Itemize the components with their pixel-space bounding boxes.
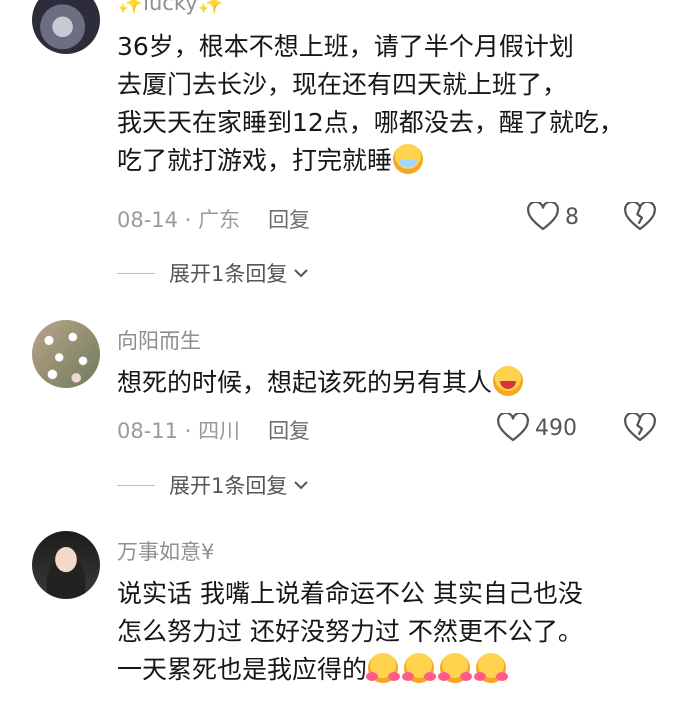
expand-replies-label: 展开1条回复 [169, 474, 288, 498]
divider [117, 484, 155, 486]
like-button[interactable]: 8 [527, 202, 579, 232]
heart-outline-icon [527, 202, 559, 231]
comment-location: 广东 [198, 208, 241, 232]
dislike-button[interactable] [624, 200, 656, 236]
comment-date: 08-14 [117, 208, 179, 232]
broken-heart-icon [624, 200, 656, 231]
meta-separator: · [178, 419, 199, 443]
expand-replies-button[interactable]: 展开1条回复 [117, 258, 309, 288]
comment-text-body: 想死的时候，想起该死的另有其人 [117, 368, 493, 397]
like-button[interactable]: 490 [497, 413, 577, 443]
hugging-face-emoji [366, 653, 401, 683]
expand-replies-button[interactable]: 展开1条回复 [117, 470, 309, 500]
comment-text: 想死的时候，想起该死的另有其人 [117, 364, 677, 402]
avatar[interactable] [32, 0, 100, 54]
like-count: 490 [535, 415, 577, 441]
expand-replies-label: 展开1条回复 [169, 262, 288, 286]
meta-separator: · [178, 208, 199, 232]
reply-button[interactable]: 回复 [268, 208, 310, 232]
comment-text: 36岁，根本不想上班，请了半个月假计划 去厦门去长沙，现在还有四天就上班了， 我… [117, 28, 677, 180]
comment-text-body: 36岁，根本不想上班，请了半个月假计划 去厦门去长沙，现在还有四天就上班了， 我… [117, 32, 624, 175]
comment-text: 说实话 我嘴上说着命运不公 其实自己也没 怎么努力过 还好没努力过 不然更不公了… [117, 575, 677, 689]
chevron-down-icon [294, 269, 309, 278]
avatar[interactable] [32, 320, 100, 388]
chevron-down-icon [294, 481, 309, 490]
comment-username[interactable]: 向阳而生 [117, 325, 201, 355]
divider [117, 272, 155, 274]
comment-username[interactable]: ✨lucky✨ [117, 0, 224, 16]
like-count: 8 [565, 204, 579, 230]
comment-username[interactable]: 万事如意¥ [117, 536, 214, 566]
laughing-face-emoji [493, 366, 524, 396]
avatar[interactable] [32, 531, 100, 599]
crying-face-emoji [393, 144, 424, 174]
broken-heart-icon [624, 411, 656, 442]
comment-date: 08-11 [117, 419, 179, 443]
comment-meta: 08-11 · 四川 回复 [117, 415, 310, 445]
comment-location: 四川 [198, 419, 241, 443]
hugging-face-emoji [438, 653, 473, 683]
comment-meta: 08-14 · 广东 回复 [117, 204, 310, 234]
hugging-face-emoji [474, 653, 509, 683]
comment-text-body: 说实话 我嘴上说着命运不公 其实自己也没 怎么努力过 还好没努力过 不然更不公了… [117, 579, 583, 684]
reply-button[interactable]: 回复 [268, 419, 310, 443]
hugging-face-emoji [402, 653, 437, 683]
heart-outline-icon [497, 413, 529, 442]
dislike-button[interactable] [624, 411, 656, 447]
